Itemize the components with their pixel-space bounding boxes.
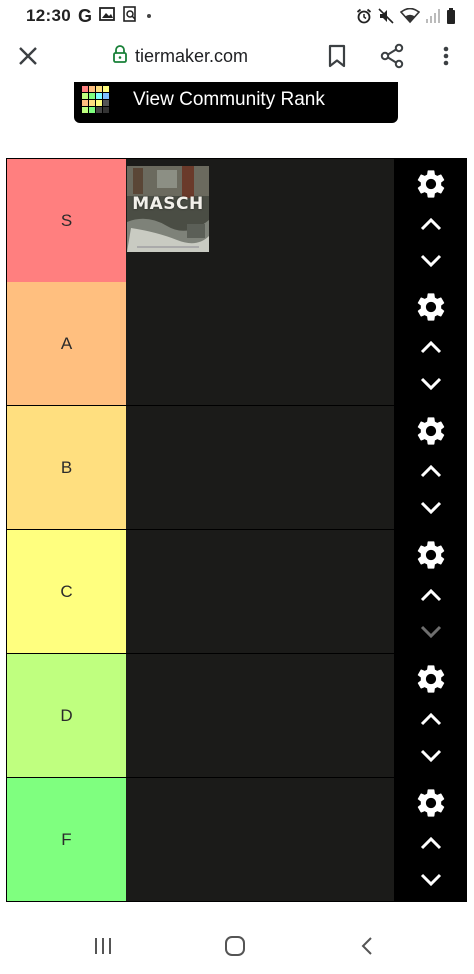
dot-icon <box>145 7 153 25</box>
tier-grid-cell <box>103 86 109 92</box>
chevron-down-icon[interactable] <box>420 501 442 515</box>
tier-grid-cell <box>82 107 88 113</box>
tier-grid-cell <box>96 107 102 113</box>
mute-icon <box>378 8 394 24</box>
tier-row: F <box>7 778 467 902</box>
view-community-rank-button[interactable]: View Community Rank <box>74 82 398 123</box>
more-vert-icon[interactable] <box>436 42 456 70</box>
tier-grid-cell <box>89 93 95 99</box>
share-icon[interactable] <box>378 42 406 70</box>
chevron-up-icon[interactable] <box>420 588 442 602</box>
home-icon[interactable] <box>224 935 246 957</box>
tier-grid-cell <box>96 93 102 99</box>
tier-controls <box>394 530 467 653</box>
tier-grid-cell <box>96 86 102 92</box>
tier-items-dropzone[interactable] <box>126 406 394 529</box>
tier-grid-icon <box>82 86 112 116</box>
album-cover-item[interactable]: MASCH <box>127 166 209 252</box>
tier-label[interactable]: B <box>7 406 126 529</box>
back-icon[interactable] <box>360 936 374 956</box>
chevron-down-icon[interactable] <box>420 873 442 887</box>
tier-items-dropzone[interactable] <box>126 282 394 405</box>
url-text: tiermaker.com <box>135 45 249 66</box>
close-icon[interactable] <box>14 42 42 70</box>
lock-icon <box>112 44 128 68</box>
tier-label[interactable]: A <box>7 282 126 405</box>
tier-items-dropzone[interactable] <box>126 654 394 777</box>
tier-grid-cell <box>82 86 88 92</box>
tier-grid-cell <box>103 93 109 99</box>
tier-controls <box>394 159 467 282</box>
gear-icon[interactable] <box>414 414 448 448</box>
tier-label[interactable]: F <box>7 778 126 901</box>
android-nav-bar <box>0 918 474 974</box>
status-right <box>356 8 456 24</box>
tier-list: S MASCH A B C D F <box>6 158 467 902</box>
status-left: 12:30 G <box>26 6 153 27</box>
tier-label[interactable]: S <box>7 159 126 282</box>
browser-toolbar: tiermaker.com <box>0 34 474 78</box>
tier-controls <box>394 406 467 529</box>
tier-row: D <box>7 654 467 778</box>
alarm-icon <box>356 8 372 24</box>
gear-icon[interactable] <box>414 662 448 696</box>
image-notification-icon <box>99 6 115 26</box>
album-title: MASCH <box>132 194 204 214</box>
signal-icon <box>426 9 440 23</box>
tier-grid-cell <box>103 100 109 106</box>
chevron-up-icon[interactable] <box>420 836 442 850</box>
tier-row: C <box>7 530 467 654</box>
gear-icon[interactable] <box>414 786 448 820</box>
chevron-down-icon[interactable] <box>420 377 442 391</box>
chevron-up-icon[interactable] <box>420 340 442 354</box>
tier-items-dropzone[interactable] <box>126 778 394 901</box>
status-time: 12:30 <box>26 6 71 25</box>
chevron-down-icon[interactable] <box>420 749 442 763</box>
search-page-icon <box>122 5 138 27</box>
chevron-down-icon[interactable] <box>420 254 442 268</box>
tier-label[interactable]: C <box>7 530 126 653</box>
tier-controls <box>394 282 467 405</box>
gear-icon[interactable] <box>414 167 448 201</box>
status-bar: 12:30 G <box>0 0 474 32</box>
tier-row: B <box>7 406 467 530</box>
gear-icon[interactable] <box>414 538 448 572</box>
tier-grid-cell <box>82 100 88 106</box>
tier-grid-cell <box>89 107 95 113</box>
community-rank-label: View Community Rank <box>133 89 325 110</box>
tier-grid-cell <box>96 100 102 106</box>
tier-grid-cell <box>82 93 88 99</box>
tier-label[interactable]: D <box>7 654 126 777</box>
wifi-icon <box>400 8 420 24</box>
chevron-up-icon[interactable] <box>420 217 442 231</box>
battery-icon <box>446 8 456 24</box>
google-icon: G <box>77 5 92 26</box>
tier-grid-cell <box>89 100 95 106</box>
tier-row: S MASCH <box>7 158 467 282</box>
gear-icon[interactable] <box>414 290 448 324</box>
tier-grid-cell <box>103 107 109 113</box>
chevron-up-icon[interactable] <box>420 712 442 726</box>
chevron-down-icon[interactable] <box>420 625 442 639</box>
tier-controls <box>394 778 467 901</box>
tier-controls <box>394 654 467 777</box>
tier-items-dropzone[interactable] <box>126 530 394 653</box>
url-bar[interactable]: tiermaker.com <box>112 42 248 70</box>
tier-grid-cell <box>89 86 95 92</box>
recents-icon[interactable] <box>92 936 114 956</box>
chevron-up-icon[interactable] <box>420 464 442 478</box>
bookmark-icon[interactable] <box>324 42 350 70</box>
tier-items-dropzone[interactable]: MASCH <box>126 159 394 282</box>
tier-row: A <box>7 282 467 406</box>
